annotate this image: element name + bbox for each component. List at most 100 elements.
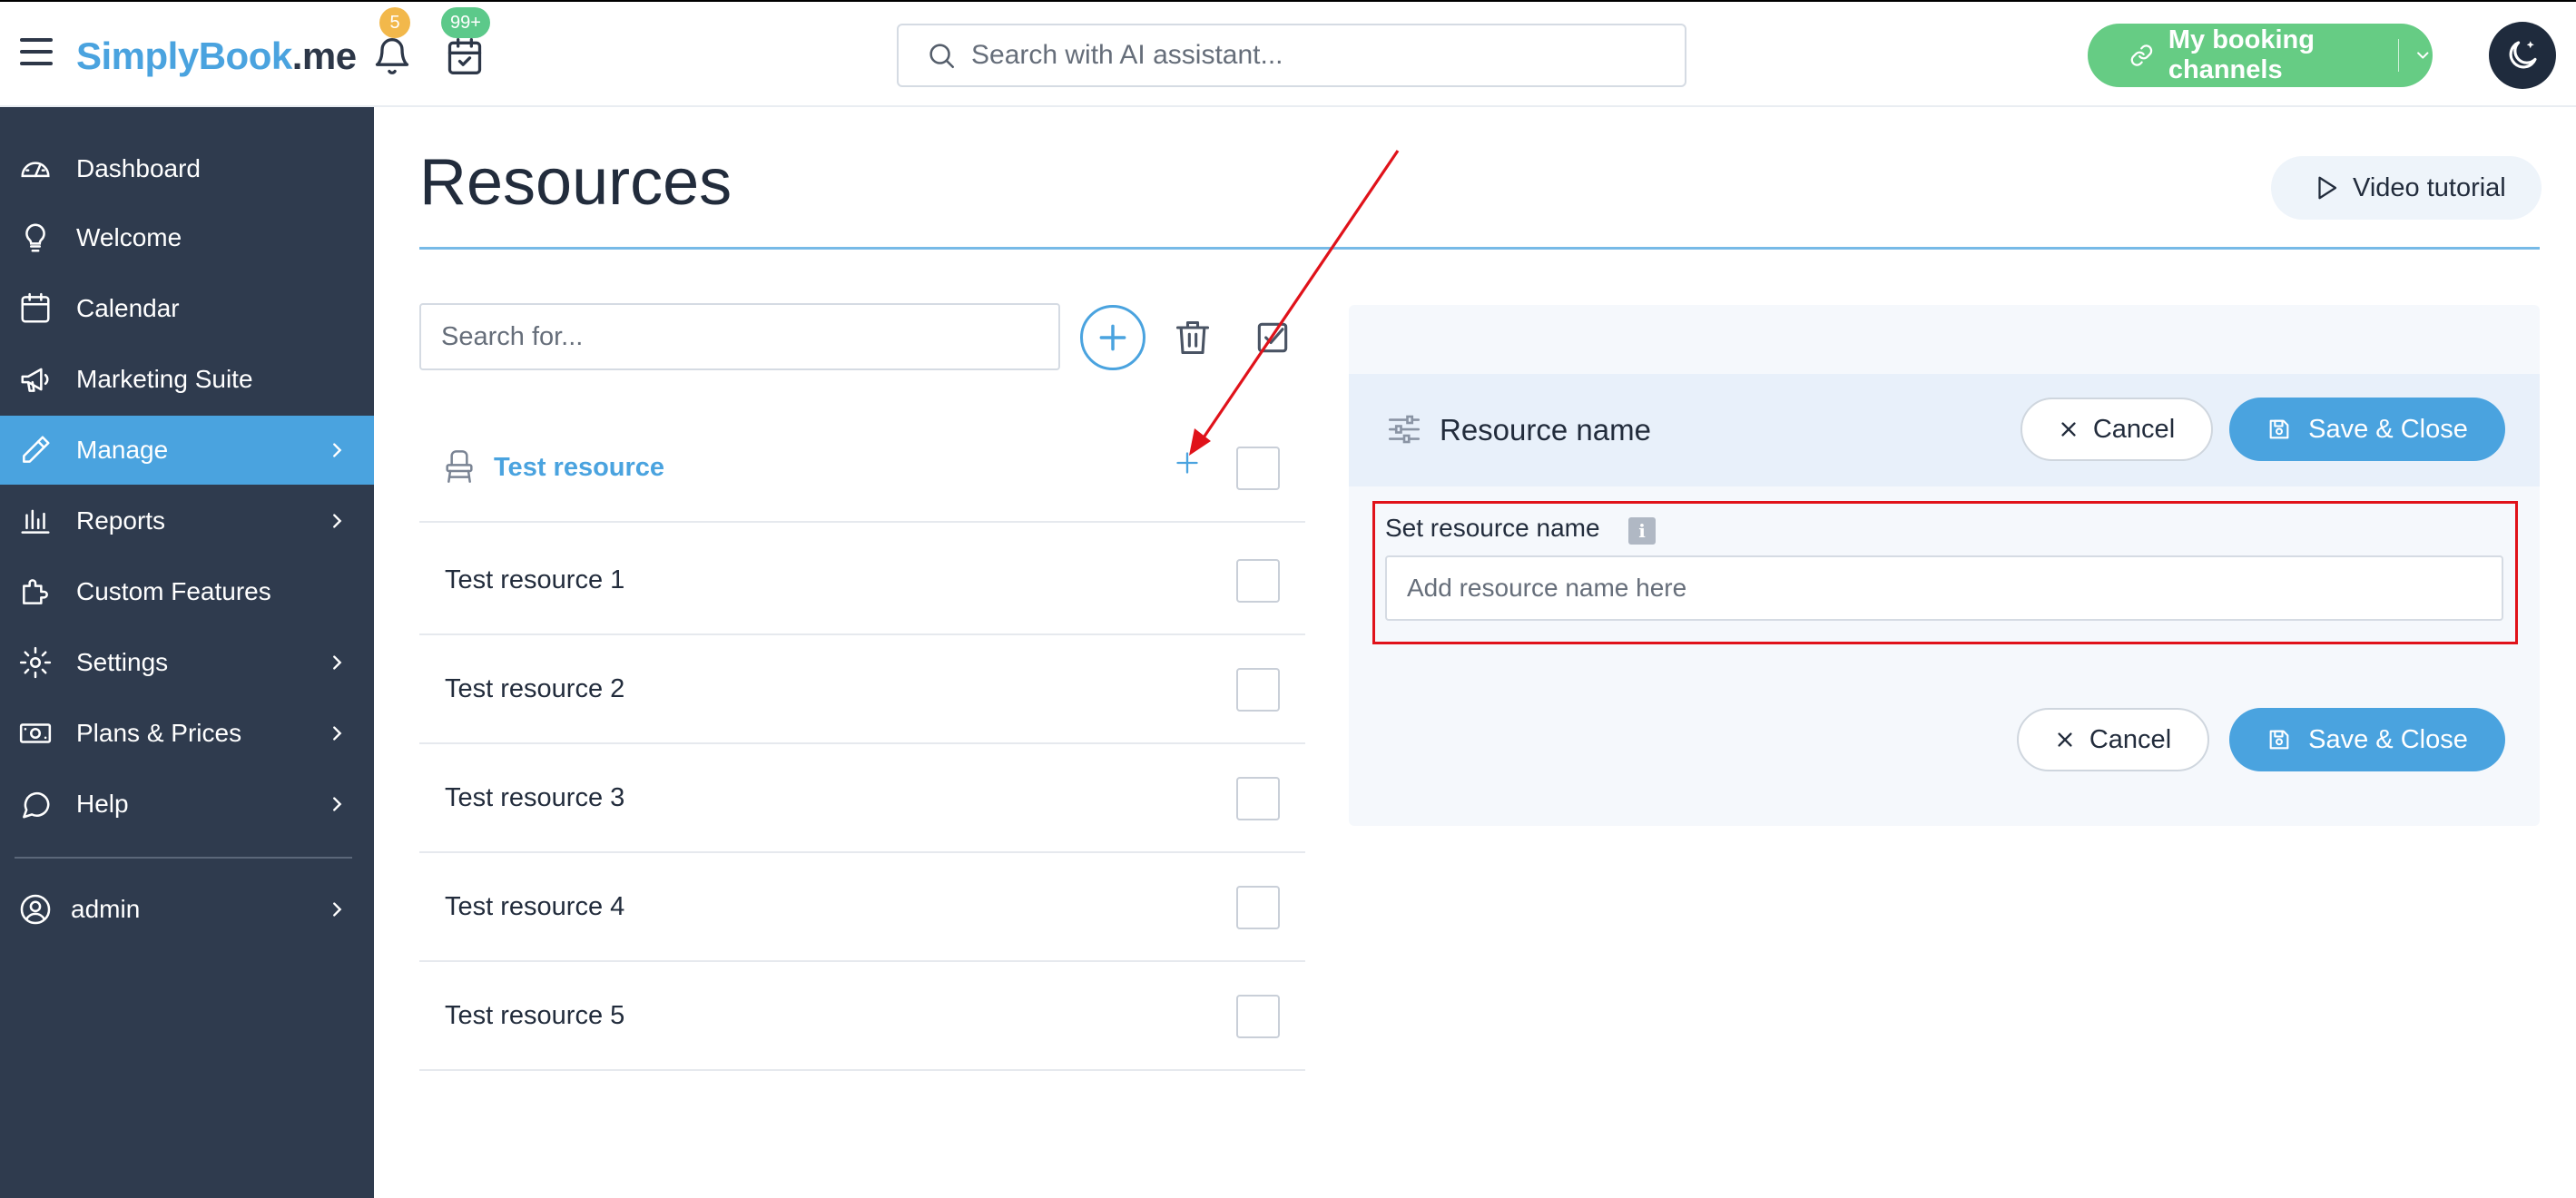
save-close-button-bottom[interactable]: Save & Close bbox=[2229, 708, 2505, 771]
resource-name: Test resource 2 bbox=[445, 674, 625, 703]
chair-icon bbox=[446, 450, 473, 483]
lightbulb-icon bbox=[25, 223, 45, 252]
checkbox-checked-icon bbox=[1257, 322, 1288, 353]
panel-header: Resource name Cancel Save & Close bbox=[1349, 374, 2540, 486]
money-icon bbox=[19, 723, 52, 743]
sidebar-item-label: Marketing Suite bbox=[76, 365, 253, 393]
hamburger-menu-icon[interactable] bbox=[20, 38, 53, 65]
sidebar-item-label: Manage bbox=[76, 436, 169, 464]
sidebar-user-label: admin bbox=[71, 895, 141, 923]
chevron-right-icon bbox=[333, 443, 342, 457]
sidebar-item-label: Custom Features bbox=[76, 577, 271, 605]
bookings-calendar-icon[interactable]: 99+ bbox=[441, 7, 490, 76]
chat-bubble-icon bbox=[23, 791, 50, 819]
save-close-button-top[interactable]: Save & Close bbox=[2229, 398, 2505, 461]
play-icon bbox=[2318, 176, 2337, 200]
resource-row[interactable]: Test resource 3 bbox=[419, 744, 1305, 853]
chevron-right-icon bbox=[333, 655, 342, 670]
resource-checkbox[interactable] bbox=[1236, 668, 1280, 712]
panel-title: Resource name bbox=[1440, 413, 1651, 447]
resource-checkbox[interactable] bbox=[1236, 777, 1280, 820]
close-icon bbox=[2061, 422, 2076, 437]
logo-text-suffix: .me bbox=[291, 34, 357, 77]
resource-name: Test resource bbox=[494, 453, 665, 482]
resource-search-input[interactable] bbox=[419, 303, 1060, 370]
trash-icon bbox=[1175, 320, 1210, 355]
resource-name: Test resource 5 bbox=[445, 1001, 625, 1030]
floppy-disk-icon bbox=[2269, 730, 2289, 750]
simplybook-logo[interactable]: SimplyBook .me bbox=[76, 29, 357, 83]
button-separator bbox=[2397, 39, 2400, 72]
sidebar-item-label: Welcome bbox=[76, 223, 182, 251]
sliders-icon bbox=[1388, 415, 1421, 444]
calendar-icon bbox=[21, 292, 50, 323]
close-icon bbox=[2058, 732, 2072, 747]
moon-stars-icon bbox=[2509, 41, 2537, 69]
add-resource-button[interactable] bbox=[1080, 305, 1145, 370]
ai-search-box[interactable] bbox=[897, 24, 1686, 87]
notifications-badge: 5 bbox=[379, 7, 410, 38]
sidebar-item-dashboard[interactable]: Dashboard bbox=[0, 134, 374, 203]
ai-search-input[interactable] bbox=[971, 40, 1661, 71]
cancel-button-top[interactable]: Cancel bbox=[2020, 398, 2213, 461]
sidebar-item-admin[interactable]: admin bbox=[0, 875, 374, 944]
chevron-right-icon bbox=[333, 726, 342, 741]
top-header: SimplyBook.me 5 99+ My booking channels bbox=[0, 0, 2576, 107]
resource-checkbox[interactable] bbox=[1236, 995, 1280, 1038]
sidebar-item-label: Help bbox=[76, 790, 129, 818]
resource-checkbox[interactable] bbox=[1236, 559, 1280, 603]
booking-channels-button[interactable]: My booking channels bbox=[2088, 24, 2433, 87]
chevron-down-icon[interactable] bbox=[2414, 44, 2433, 67]
sidebar-item-label: Calendar bbox=[76, 294, 180, 322]
video-tutorial-button[interactable]: Video tutorial bbox=[2271, 156, 2542, 220]
cancel-label: Cancel bbox=[2089, 724, 2172, 754]
resource-name: Test resource 1 bbox=[445, 565, 625, 594]
resource-row[interactable]: Test resource 5 bbox=[419, 962, 1305, 1071]
floppy-disk-icon bbox=[2269, 419, 2289, 439]
puzzle-icon bbox=[23, 579, 48, 604]
delete-button[interactable] bbox=[1173, 318, 1213, 358]
gauge-icon bbox=[21, 162, 50, 178]
save-close-label: Save & Close bbox=[2308, 414, 2468, 444]
cancel-button-bottom[interactable]: Cancel bbox=[2017, 708, 2209, 771]
sidebar-item-marketing-suite[interactable]: Marketing Suite bbox=[0, 345, 374, 414]
sidebar-divider bbox=[15, 857, 352, 859]
sidebar-item-welcome[interactable]: Welcome bbox=[0, 203, 374, 272]
sidebar-item-help[interactable]: Help bbox=[0, 770, 374, 839]
sidebar-item-reports[interactable]: Reports bbox=[0, 486, 374, 555]
cancel-label: Cancel bbox=[2092, 414, 2176, 444]
sidebar-item-plans-prices[interactable]: Plans & Prices bbox=[0, 699, 374, 768]
sidebar-item-label: Plans & Prices bbox=[76, 719, 242, 747]
search-icon bbox=[929, 44, 955, 69]
sidebar-item-custom-features[interactable]: Custom Features bbox=[0, 557, 374, 626]
sidebar-item-settings[interactable]: Settings bbox=[0, 628, 374, 697]
sidebar-item-label: Settings bbox=[76, 648, 169, 676]
sidebar: Dashboard Welcome Calendar Marketing Sui… bbox=[0, 107, 374, 1198]
bookings-badge: 99+ bbox=[441, 7, 490, 38]
pencil-icon bbox=[23, 436, 50, 463]
sidebar-item-manage[interactable]: Manage bbox=[0, 416, 374, 485]
user-circle-icon bbox=[20, 894, 51, 925]
sidebar-item-calendar[interactable]: Calendar bbox=[0, 274, 374, 343]
page-title: Resources bbox=[419, 146, 732, 219]
gear-icon bbox=[19, 646, 52, 679]
resource-checkbox[interactable] bbox=[1236, 886, 1280, 929]
plus-icon[interactable] bbox=[1175, 450, 1200, 476]
title-underline bbox=[419, 247, 2540, 250]
resource-row[interactable]: Test resource 4 bbox=[419, 853, 1305, 962]
chevron-right-icon bbox=[333, 902, 342, 917]
resource-row-active[interactable]: Test resource bbox=[419, 414, 1305, 523]
chevron-right-icon bbox=[333, 797, 342, 811]
notifications-bell-icon[interactable]: 5 bbox=[372, 7, 412, 76]
resource-row[interactable]: Test resource 1 bbox=[419, 526, 1305, 635]
logo-text-main: SimplyBook bbox=[76, 34, 292, 77]
resource-name: Test resource 3 bbox=[445, 783, 625, 812]
megaphone-icon bbox=[21, 368, 49, 392]
chevron-right-icon bbox=[333, 514, 342, 528]
plus-icon bbox=[1099, 324, 1126, 351]
link-icon bbox=[2130, 44, 2153, 66]
resource-row[interactable]: Test resource 2 bbox=[419, 635, 1305, 744]
dark-mode-toggle[interactable] bbox=[2489, 22, 2556, 89]
resource-checkbox[interactable] bbox=[1236, 447, 1280, 490]
select-all-button[interactable] bbox=[1253, 318, 1293, 358]
